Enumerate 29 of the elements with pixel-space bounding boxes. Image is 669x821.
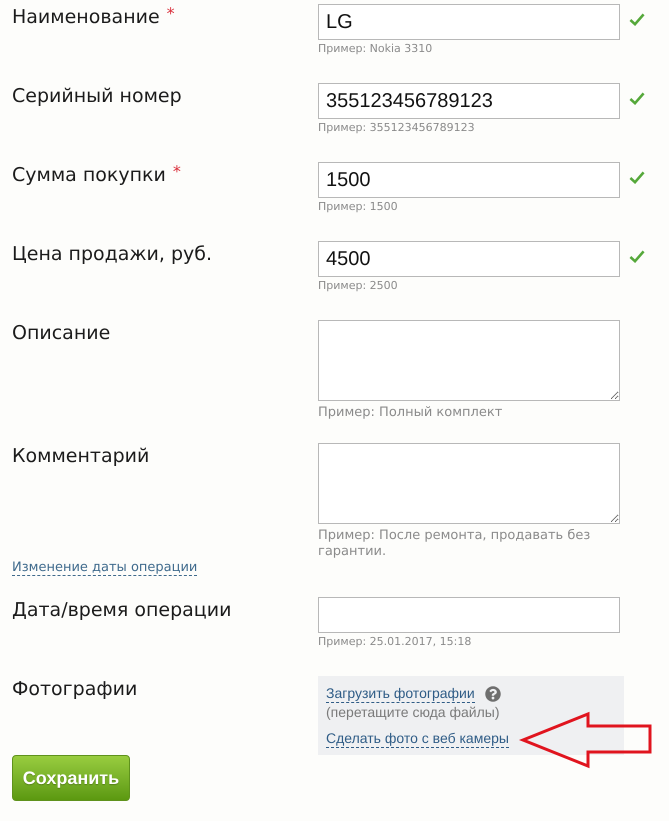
- hint-text: Пример: 355123456789123: [318, 121, 476, 135]
- hint-text: Пример: 25.01.2017, 15:18: [318, 635, 472, 649]
- hint-text: Пример: 2500: [318, 279, 399, 293]
- text-area[interactable]: [318, 443, 620, 524]
- upload-photos-link[interactable]: Загрузить фотографии: [326, 685, 475, 703]
- field-label: Наименование: [12, 5, 160, 30]
- hint-text: Пример: Полный комплект: [318, 405, 504, 421]
- field-label: Сумма покупки: [12, 163, 166, 188]
- text-input[interactable]: 1500: [318, 162, 620, 198]
- text-input[interactable]: 355123456789123: [318, 83, 620, 119]
- field-label: Комментарий: [12, 444, 150, 469]
- help-icon[interactable]: [484, 686, 501, 702]
- field-label: Дата/время операции: [12, 598, 232, 623]
- field-label: Фотографии: [12, 677, 138, 702]
- date-change-link[interactable]: Изменение даты операции: [12, 560, 198, 576]
- field-label: Цена продажи, руб.: [12, 242, 212, 267]
- hint-text: Пример: Nokia 3310: [318, 42, 434, 56]
- field-label: Описание: [12, 321, 110, 346]
- required-mark: *: [166, 4, 175, 23]
- hint-text: Пример: После ремонта, продавать без гарантии.: [318, 528, 592, 560]
- webcam-photo-link[interactable]: Сделать фото с веб камеры: [326, 730, 509, 748]
- text-input[interactable]: LG: [318, 4, 620, 40]
- field-label: Серийный номер: [12, 84, 182, 109]
- hint-text: Пример: 1500: [318, 200, 399, 214]
- text-input[interactable]: 4500: [318, 241, 620, 277]
- text-area[interactable]: [318, 320, 620, 401]
- drop-hint-text: (перетащите сюда файлы): [326, 703, 500, 721]
- text-input[interactable]: [318, 597, 620, 633]
- required-mark: *: [172, 162, 181, 181]
